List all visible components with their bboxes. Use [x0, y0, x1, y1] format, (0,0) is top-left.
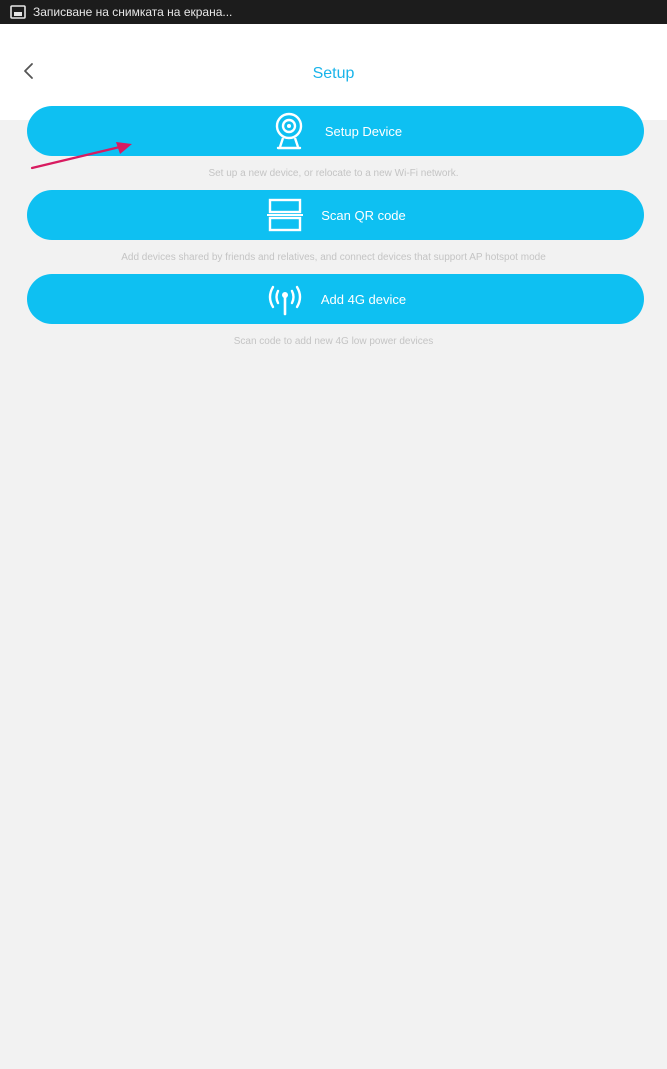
scan-qr-code-button[interactable]: Scan QR code — [27, 190, 644, 240]
scan-qr-code-description: Add devices shared by friends and relati… — [121, 252, 546, 263]
add-4g-device-button[interactable]: Add 4G device — [27, 274, 644, 324]
setup-device-label: Setup Device — [324, 123, 403, 139]
setup-device-button[interactable]: Setup Device — [27, 106, 644, 156]
qr-scan-icon — [265, 195, 305, 235]
setup-device-description: Set up a new device, or relocate to a ne… — [208, 168, 459, 179]
scan-qr-code-label: Scan QR code — [321, 207, 406, 223]
page-title: Setup — [312, 65, 355, 82]
camera-icon — [269, 111, 309, 151]
status-text: Записване на снимката на екрана... — [33, 5, 233, 19]
screen-record-icon — [10, 5, 26, 19]
add-4g-device-description: Scan code to add new 4G low power device… — [233, 336, 434, 347]
status-bar: Записване на снимката на екрана... — [0, 0, 667, 24]
antenna-signal-icon — [265, 279, 305, 319]
add-4g-device-label: Add 4G device — [320, 291, 407, 307]
